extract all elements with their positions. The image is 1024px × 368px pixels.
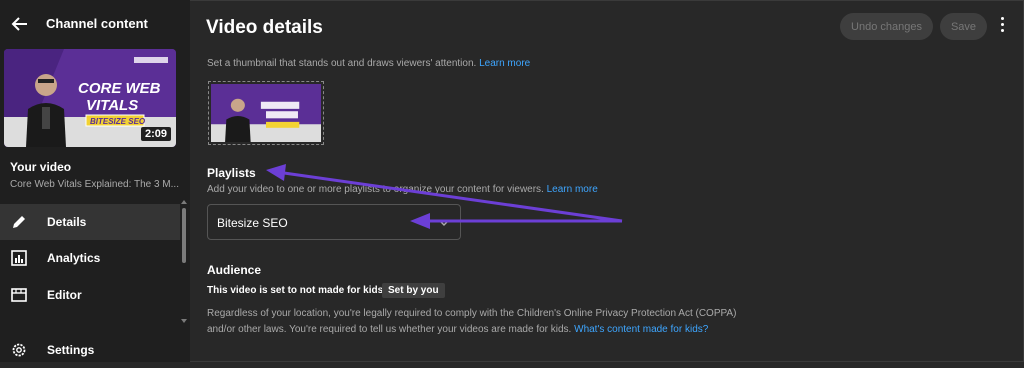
set-by-you-badge: Set by you	[382, 283, 445, 298]
sidebar-title: Channel content	[46, 16, 148, 31]
back-arrow-icon[interactable]	[10, 14, 30, 34]
scroll-thumb[interactable]	[182, 208, 186, 263]
your-video-heading: Your video	[10, 160, 72, 174]
thumbnail-line1: CORE WEB	[78, 80, 161, 97]
save-button[interactable]: Save	[940, 13, 987, 40]
thumbnail-art-small	[211, 84, 321, 142]
nav-item-analytics[interactable]: Analytics	[0, 240, 180, 276]
pencil-icon	[13, 216, 25, 228]
duration-badge: 2:09	[140, 127, 171, 141]
nav-label: Details	[47, 215, 87, 229]
made-for-kids-link[interactable]: What's content made for kids?	[574, 324, 708, 335]
chevron-down-icon	[439, 220, 449, 226]
video-title: Core Web Vitals Explained: The 3 M...	[10, 179, 179, 190]
nav-label: Analytics	[47, 251, 101, 265]
thumbnail-description: Set a thumbnail that stands out and draw…	[207, 58, 530, 69]
coppa-legal-text: Regardless of your location, you're lega…	[207, 306, 747, 338]
sidebar-scrollbar[interactable]	[181, 200, 187, 323]
page-title: Video details	[206, 17, 323, 38]
nav-label: Editor	[47, 288, 82, 302]
more-options-icon[interactable]	[999, 17, 1005, 37]
thumbnail-badge: BITESIZE SEO	[90, 117, 146, 126]
playlist-dropdown[interactable]: Bitesize SEO	[207, 204, 461, 240]
nav-item-editor[interactable]: Editor	[0, 277, 180, 313]
playlists-description-text: Add your video to one or more playlists …	[207, 184, 544, 195]
selected-thumbnail[interactable]	[208, 81, 324, 145]
nav-item-settings[interactable]: Settings	[0, 332, 180, 368]
scroll-down-icon[interactable]	[181, 319, 187, 323]
sidebar-header: Channel content	[0, 0, 190, 48]
nav-label: Settings	[47, 343, 95, 357]
editor-icon	[11, 288, 27, 302]
playlists-heading: Playlists	[207, 166, 256, 180]
sidebar: Channel content CORE WEB VITALS BITESIZE…	[0, 0, 190, 362]
nav-item-details[interactable]: Details	[0, 204, 180, 240]
kids-status-text: This video is set to not made for kids	[207, 285, 384, 296]
selected-thumbnail-image	[211, 84, 321, 142]
thumbnail-learn-more-link[interactable]: Learn more	[479, 58, 530, 69]
scroll-up-icon[interactable]	[181, 200, 187, 204]
thumbnail-line2: VITALS	[86, 97, 138, 114]
playlists-learn-more-link[interactable]: Learn more	[547, 184, 598, 195]
thumbnail-description-text: Set a thumbnail that stands out and draw…	[207, 58, 477, 69]
analytics-icon	[11, 250, 27, 266]
playlists-description: Add your video to one or more playlists …	[207, 184, 598, 195]
playlist-selected-value: Bitesize SEO	[217, 216, 288, 230]
undo-changes-button[interactable]: Undo changes	[840, 13, 933, 40]
video-thumbnail[interactable]: CORE WEB VITALS BITESIZE SEO 2:09	[4, 49, 176, 147]
audience-heading: Audience	[207, 263, 262, 277]
gear-icon	[12, 343, 26, 357]
